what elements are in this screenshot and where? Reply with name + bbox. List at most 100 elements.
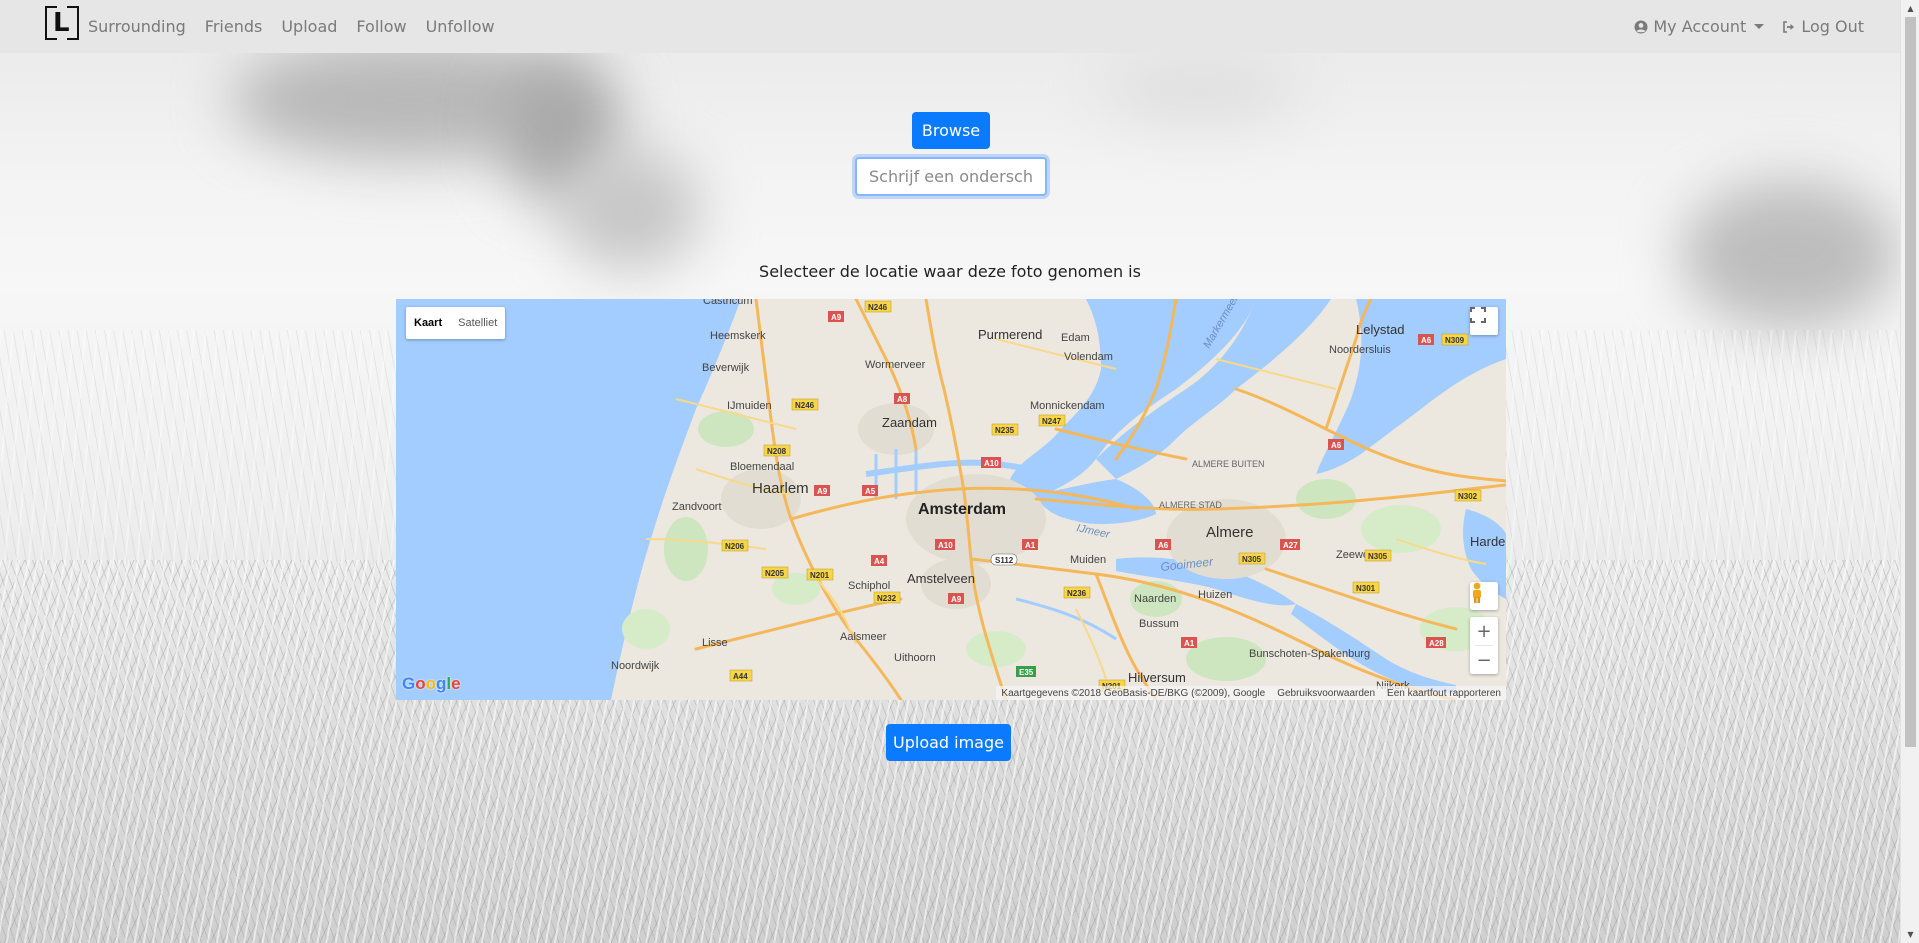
road-shield: A5 [865, 487, 876, 496]
street-view-pegman[interactable] [1470, 582, 1498, 610]
map-label: Edam [1061, 332, 1090, 344]
nav-link-unfollow[interactable]: Unfollow [426, 17, 495, 36]
road-shield: N236 [1067, 589, 1087, 598]
my-account-label: My Account [1653, 17, 1747, 36]
nav-link-follow[interactable]: Follow [356, 17, 406, 36]
report-error-link[interactable]: Een kaartfout rapporteren [1387, 688, 1501, 699]
road-shield: N232 [877, 594, 897, 603]
map-label: Lisse [702, 637, 728, 649]
road-shield: A27 [1283, 541, 1298, 550]
road-shield: N246 [868, 303, 888, 312]
map-type-satelliet[interactable]: Satelliet [450, 307, 505, 339]
scroll-down-arrow-icon[interactable]: ▼ [1901, 926, 1919, 943]
road-shield: A9 [831, 313, 842, 322]
road-shield: A10 [938, 541, 953, 550]
map-label: Bloemendaal [730, 461, 794, 473]
caption-input[interactable] [855, 157, 1047, 196]
map-attribution: Kaartgegevens ©2018 GeoBasis-DE/BKG (©20… [996, 686, 1506, 700]
logout-link[interactable]: Log Out [1782, 17, 1864, 36]
map-label: Monnickendam [1030, 400, 1105, 412]
map-label: Zaandam [882, 415, 937, 430]
map-label: ALMERE STAD [1159, 500, 1222, 510]
map-label: Lelystad [1356, 322, 1404, 337]
user-circle-icon [1634, 20, 1648, 33]
road-shield: A8 [897, 395, 908, 404]
brand-letter: L [53, 8, 70, 38]
location-map[interactable]: Castricum Heemskerk Beverwijk Wormerveer… [396, 299, 1506, 700]
terms-link[interactable]: Gebruiksvoorwaarden [1277, 688, 1375, 699]
fullscreen-button[interactable] [1470, 307, 1498, 335]
road-shield: A44 [733, 672, 748, 681]
zoom-control: + − [1470, 617, 1498, 674]
road-shield: N246 [795, 401, 815, 410]
road-shield: A6 [1421, 336, 1432, 345]
road-shield: S112 [995, 556, 1014, 565]
map-label: Amsterdam [918, 501, 1006, 518]
road-shield: A9 [817, 487, 828, 496]
road-shield: A6 [1158, 541, 1169, 550]
map-label: Castricum [703, 299, 753, 307]
map-type-control: Kaart Satelliet [406, 307, 506, 339]
road-shield: N305 [1242, 555, 1262, 564]
road-shield: N205 [765, 569, 785, 578]
road-shield: N235 [995, 426, 1015, 435]
road-shield: A1 [1025, 541, 1036, 550]
my-account-dropdown[interactable]: My Account [1634, 17, 1765, 36]
road-shield: N208 [767, 447, 787, 456]
map-label: Schiphol [848, 580, 890, 592]
map-label: Haarlem [752, 480, 809, 497]
road-shield: N309 [1445, 336, 1465, 345]
map-label: Zandvoort [672, 501, 722, 513]
map-label: Purmerend [978, 327, 1042, 342]
zoom-out-button[interactable]: − [1470, 646, 1498, 674]
vertical-scrollbar[interactable]: ▲ ▼ [1900, 0, 1919, 943]
map-label: ALMERE BUITEN [1192, 459, 1265, 469]
road-shield: N206 [725, 542, 745, 551]
nav-right: My Account Log Out [1616, 0, 1864, 53]
scroll-up-arrow-icon[interactable]: ▲ [1901, 0, 1919, 17]
google-logo: Google [402, 674, 461, 693]
fullscreen-icon [1470, 307, 1486, 323]
map-canvas[interactable]: Castricum Heemskerk Beverwijk Wormerveer… [396, 299, 1506, 700]
chevron-down-icon [1754, 24, 1765, 29]
map-label: Hilversum [1128, 670, 1186, 685]
road-shield: A6 [1331, 441, 1342, 450]
map-label: Harde [1470, 534, 1505, 549]
map-label: Beverwijk [702, 362, 750, 374]
map-label: Heemskerk [710, 330, 766, 342]
map-label: Noordersluis [1329, 344, 1391, 356]
road-shield: N302 [1458, 492, 1478, 501]
navbar: L Surrounding Friends Upload Follow Unfo… [0, 0, 1900, 53]
map-label: Wormerveer [865, 359, 926, 371]
location-prompt: Selecteer de locatie waar deze foto geno… [759, 262, 1141, 281]
zoom-in-button[interactable]: + [1470, 617, 1498, 645]
map-label: Bunschoten-Spakenburg [1249, 648, 1370, 660]
brand-logo[interactable]: L [45, 4, 79, 42]
sign-out-icon [1783, 20, 1795, 33]
upload-image-button[interactable]: Upload image [886, 724, 1011, 761]
map-label: Almere [1206, 524, 1254, 541]
logout-label: Log Out [1801, 17, 1864, 36]
browse-button[interactable]: Browse [912, 112, 990, 149]
road-shield: A4 [874, 557, 885, 566]
map-label: Volendam [1064, 351, 1113, 363]
road-shield: N247 [1042, 417, 1062, 426]
nav-link-surrounding[interactable]: Surrounding [88, 17, 186, 36]
map-label: IJmuiden [727, 400, 772, 412]
scrollbar-thumb[interactable] [1905, 17, 1916, 747]
road-shield: A1 [1184, 639, 1195, 648]
attribution-text: Kaartgegevens ©2018 GeoBasis-DE/BKG (©20… [1001, 687, 1266, 699]
map-label: Amstelveen [907, 571, 975, 586]
nav-links: Surrounding Friends Upload Follow Unfoll… [88, 0, 514, 53]
road-shield: A28 [1429, 639, 1444, 648]
map-label: Naarden [1134, 593, 1176, 605]
road-shield: N201 [810, 571, 830, 580]
map-label: Huizen [1198, 589, 1232, 601]
road-shield: E35 [1019, 668, 1034, 677]
road-shield: N305 [1368, 552, 1388, 561]
nav-link-friends[interactable]: Friends [205, 17, 263, 36]
map-type-kaart[interactable]: Kaart [406, 307, 450, 339]
pegman-icon [1473, 582, 1481, 603]
nav-link-upload[interactable]: Upload [281, 17, 337, 36]
map-label: Aalsmeer [840, 631, 887, 643]
